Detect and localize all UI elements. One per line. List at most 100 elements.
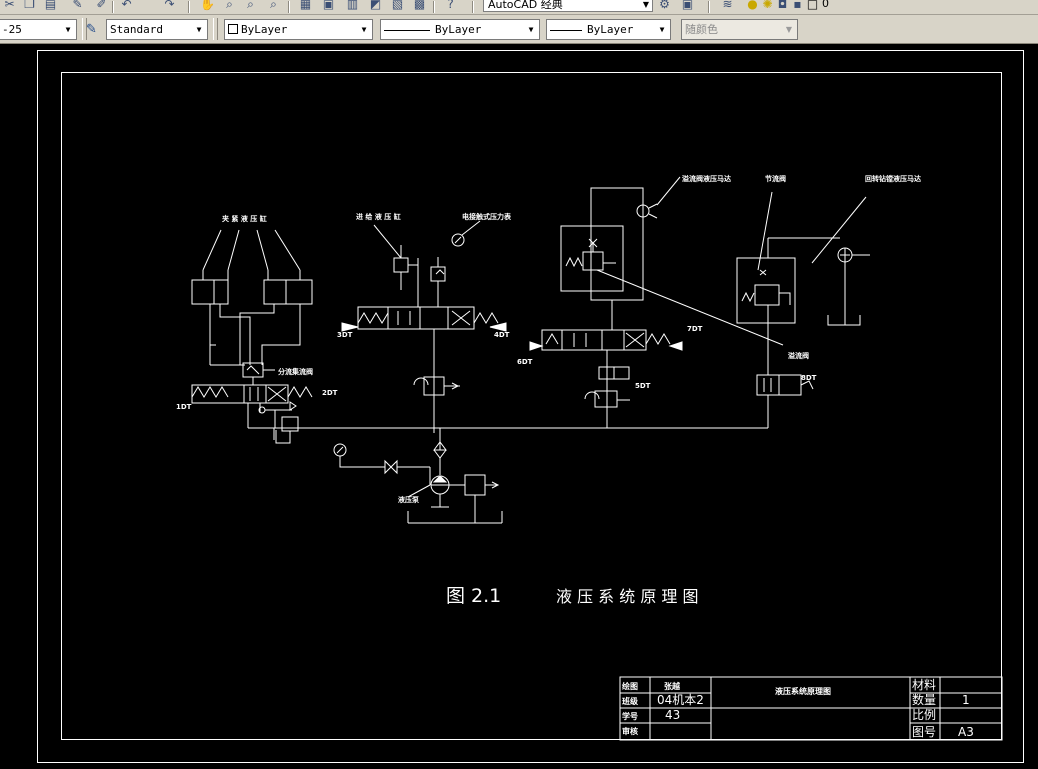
title-block-label-student-id: 学号	[622, 711, 638, 721]
dimstyle-dropdown[interactable]: -25 ▼	[0, 19, 77, 40]
linetype-dropdown[interactable]: ByLayer ▼	[380, 19, 540, 40]
figure-title: 液 压 系 统 原 理 图	[556, 587, 699, 606]
layer-color-icon[interactable]: ▪	[790, 0, 805, 12]
match-properties-icon[interactable]: ✎	[70, 0, 85, 12]
copy-icon[interactable]: ❐	[22, 0, 37, 12]
label-4dt: 4DT	[494, 331, 510, 339]
pressure-reducing-valve-center	[413, 376, 460, 396]
title-block-value-quantity: 1	[962, 693, 970, 707]
properties-toolbar: -25 ▼ ✎ Standard ▼ ByLayer ▼ ByLayer ▼ B…	[0, 15, 1038, 44]
workspace-dropdown[interactable]: AutoCAD 经典 ▼	[483, 0, 653, 12]
title-block-label-class: 班级	[622, 696, 639, 706]
label-6dt: 6DT	[517, 358, 533, 366]
chevron-down-icon: ▼	[659, 25, 665, 34]
plotstyle-dropdown: 随颜色 ▼	[681, 19, 798, 40]
title-block-label-quantity: 数量	[912, 692, 936, 707]
textstyle-dropdown[interactable]: Standard ▼	[106, 19, 208, 40]
chevron-down-icon: ▼	[642, 0, 649, 9]
cut-icon[interactable]: ✂	[2, 0, 17, 12]
layer-manager-icon[interactable]: ≋	[720, 0, 735, 12]
lineweight-value: ByLayer	[587, 23, 634, 36]
label-clamp-cylinder: 夹 紧 液 压 缸	[222, 214, 267, 223]
plotstyle-value: 随颜色	[685, 23, 718, 36]
label-pump: 液压泵	[398, 495, 419, 504]
chevron-down-icon: ▼	[65, 25, 71, 34]
zoom-realtime-icon[interactable]: ⌕	[222, 0, 237, 12]
textstyle-value: Standard	[110, 23, 163, 36]
label-flow-divider: 分流集流阀	[278, 367, 313, 376]
label-motor-right: 回转钻镗液压马达	[865, 174, 921, 183]
label-feed-cylinder: 进 给 液 压 缸	[356, 212, 401, 221]
title-block-label-scale: 比例	[912, 708, 936, 722]
title-block-label-review: 审核	[622, 726, 638, 736]
properties-icon[interactable]: ▦	[298, 0, 313, 12]
sheet-set-icon[interactable]: ◩	[368, 0, 383, 12]
label-pressure-relay: 电接触式压力表	[462, 212, 512, 221]
lightbulb-icon[interactable]: ●	[745, 0, 760, 12]
zoom-window-icon[interactable]: ⌕	[243, 0, 258, 12]
standard-toolbar: ✂ ❐ ▤ ✎ ✐ ↶ ↷ ✋ ⌕ ⌕ ⌕ ▦ ▣ ▥ ◩ ▧ ▩ ? Auto…	[0, 0, 1038, 15]
my-workspace-icon[interactable]: ▣	[680, 0, 695, 12]
label-8dt: 8DT	[801, 374, 817, 382]
clamp-cylinders	[191, 229, 313, 366]
zoom-previous-icon[interactable]: ⌕	[266, 0, 281, 12]
sun-icon[interactable]: ✺	[760, 0, 775, 12]
markup-icon[interactable]: ▧	[390, 0, 405, 12]
layer-swatch-icon: □	[806, 0, 819, 11]
text-style-icon[interactable]: ✎	[86, 22, 102, 38]
rotary-motor-right	[811, 196, 870, 326]
title-block-value-drawing-no: A3	[958, 725, 974, 739]
label-1dt: 1DT	[176, 403, 192, 411]
motor-relief-assembly	[560, 176, 784, 346]
paste-icon[interactable]: ▤	[43, 0, 58, 12]
lineweight-preview-icon	[550, 29, 582, 31]
pan-icon[interactable]: ✋	[200, 0, 215, 12]
directional-valve-3	[529, 300, 683, 428]
brush-icon[interactable]: ✐	[94, 0, 109, 12]
calculator-icon[interactable]: ▩	[412, 0, 427, 12]
directional-valve-2	[341, 306, 507, 433]
color-swatch-icon	[228, 24, 238, 34]
chevron-down-icon: ▼	[528, 25, 534, 34]
label-pressure-gauge-left: 溢流阀液压马达	[682, 174, 731, 183]
color-dropdown[interactable]: ByLayer ▼	[224, 19, 373, 40]
feed-cylinder	[373, 220, 481, 307]
label-relief: 溢流阀	[788, 351, 809, 360]
lock-icon[interactable]: ◘	[775, 0, 790, 12]
title-block-drawing-name: 液压系统原理图	[775, 686, 831, 696]
hydraulic-schematic: 夹 紧 液 压 缸 进 给 液 压 缸 电接触式压力表 溢流阀液压马达 节流阀 …	[176, 174, 1003, 741]
label-5dt: 5DT	[635, 382, 651, 390]
label-2dt: 2DT	[322, 389, 338, 397]
design-center-icon[interactable]: ▣	[321, 0, 336, 12]
title-block-value-drawn: 张越	[664, 681, 681, 691]
title-block-label-drawn: 绘图	[622, 681, 638, 691]
redo-icon[interactable]: ↷	[162, 0, 177, 12]
linetype-preview-icon	[384, 29, 430, 31]
linetype-value: ByLayer	[435, 23, 482, 36]
figure-number: 图 2.1	[446, 585, 501, 607]
color-value: ByLayer	[241, 23, 288, 36]
title-block-value-student-id: 43	[665, 708, 680, 722]
chevron-down-icon: ▼	[361, 25, 367, 34]
drawing-canvas[interactable]: 夹 紧 液 压 缸 进 给 液 压 缸 电接触式压力表 溢流阀液压马达 节流阀 …	[0, 45, 1038, 769]
label-3dt: 3DT	[337, 331, 353, 339]
pump-unit	[333, 428, 503, 524]
lineweight-dropdown[interactable]: ByLayer ▼	[546, 19, 671, 40]
workspace-value: AutoCAD 经典	[488, 0, 563, 11]
flow-divider-valve	[242, 362, 275, 385]
tool-palettes-icon[interactable]: ▥	[345, 0, 360, 12]
label-throttle: 节流阀	[765, 174, 786, 183]
chevron-down-icon: ▼	[785, 25, 793, 34]
throttle-assembly	[736, 191, 840, 428]
help-icon[interactable]: ?	[443, 0, 458, 12]
chevron-down-icon: ▼	[196, 25, 202, 34]
directional-valve-1	[191, 384, 313, 444]
title-block: 绘图 张越 班级 04机本2 学号 43 审核 液压系统原理图 材料 数量 1 …	[619, 676, 1003, 741]
workspace-settings-icon[interactable]: ⚙	[657, 0, 672, 12]
title-block-value-class: 04机本2	[657, 693, 704, 707]
title-block-label-material: 材料	[912, 678, 936, 692]
dimstyle-value: -25	[2, 23, 22, 36]
label-7dt: 7DT	[687, 325, 703, 333]
undo-icon[interactable]: ↶	[119, 0, 134, 12]
layer-name[interactable]: 0	[822, 0, 829, 10]
